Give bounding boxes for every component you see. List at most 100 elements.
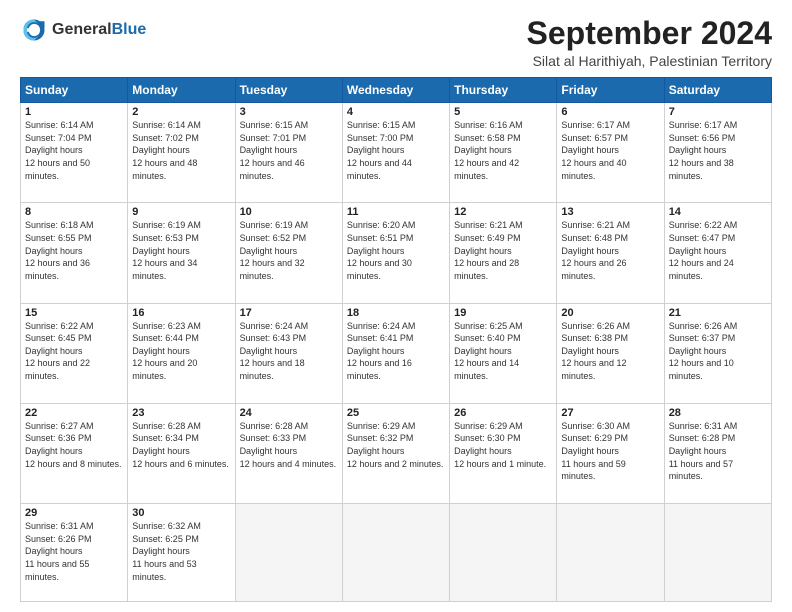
day-number: 14 [669, 206, 767, 218]
table-row: 6Sunrise: 6:17 AMSunset: 6:57 PMDaylight… [557, 103, 664, 203]
table-row: 21Sunrise: 6:26 AMSunset: 6:37 PMDayligh… [664, 303, 771, 403]
day-number: 5 [454, 106, 552, 118]
table-row: 8Sunrise: 6:18 AMSunset: 6:55 PMDaylight… [21, 203, 128, 303]
table-row: 13Sunrise: 6:21 AMSunset: 6:48 PMDayligh… [557, 203, 664, 303]
title-block: September 2024 Silat al Harithiyah, Pale… [527, 16, 772, 69]
month-title: September 2024 [527, 16, 772, 51]
day-number: 21 [669, 307, 767, 319]
day-number: 2 [132, 106, 230, 118]
table-row: 4Sunrise: 6:15 AMSunset: 7:00 PMDaylight… [342, 103, 449, 203]
table-row: 29Sunrise: 6:31 AMSunset: 6:26 PMDayligh… [21, 504, 128, 602]
calendar-page: GeneralBlue September 2024 Silat al Hari… [0, 0, 792, 612]
calendar-week-row: 22Sunrise: 6:27 AMSunset: 6:36 PMDayligh… [21, 403, 772, 503]
day-number: 19 [454, 307, 552, 319]
day-info: Sunrise: 6:22 AMSunset: 6:45 PMDaylight … [25, 320, 123, 383]
calendar-table: Sunday Monday Tuesday Wednesday Thursday… [20, 77, 772, 602]
logo-blue: Blue [112, 21, 147, 38]
table-row: 28Sunrise: 6:31 AMSunset: 6:28 PMDayligh… [664, 403, 771, 503]
col-thursday: Thursday [450, 78, 557, 103]
col-friday: Friday [557, 78, 664, 103]
day-number: 23 [132, 407, 230, 419]
location-subtitle: Silat al Harithiyah, Palestinian Territo… [527, 53, 772, 69]
col-sunday: Sunday [21, 78, 128, 103]
day-number: 9 [132, 206, 230, 218]
day-number: 11 [347, 206, 445, 218]
table-row: 20Sunrise: 6:26 AMSunset: 6:38 PMDayligh… [557, 303, 664, 403]
table-row [557, 504, 664, 602]
day-info: Sunrise: 6:21 AMSunset: 6:49 PMDaylight … [454, 219, 552, 282]
logo: GeneralBlue [20, 16, 146, 44]
table-row: 9Sunrise: 6:19 AMSunset: 6:53 PMDaylight… [128, 203, 235, 303]
table-row: 25Sunrise: 6:29 AMSunset: 6:32 PMDayligh… [342, 403, 449, 503]
day-info: Sunrise: 6:24 AMSunset: 6:41 PMDaylight … [347, 320, 445, 383]
day-number: 12 [454, 206, 552, 218]
day-info: Sunrise: 6:26 AMSunset: 6:37 PMDaylight … [669, 320, 767, 383]
day-info: Sunrise: 6:31 AMSunset: 6:26 PMDaylight … [25, 520, 123, 583]
col-monday: Monday [128, 78, 235, 103]
table-row: 22Sunrise: 6:27 AMSunset: 6:36 PMDayligh… [21, 403, 128, 503]
header: GeneralBlue September 2024 Silat al Hari… [20, 16, 772, 69]
day-info: Sunrise: 6:16 AMSunset: 6:58 PMDaylight … [454, 119, 552, 182]
day-info: Sunrise: 6:19 AMSunset: 6:53 PMDaylight … [132, 219, 230, 282]
day-info: Sunrise: 6:29 AMSunset: 6:30 PMDaylight … [454, 420, 552, 470]
day-info: Sunrise: 6:20 AMSunset: 6:51 PMDaylight … [347, 219, 445, 282]
table-row [235, 504, 342, 602]
day-info: Sunrise: 6:25 AMSunset: 6:40 PMDaylight … [454, 320, 552, 383]
table-row: 17Sunrise: 6:24 AMSunset: 6:43 PMDayligh… [235, 303, 342, 403]
day-info: Sunrise: 6:27 AMSunset: 6:36 PMDaylight … [25, 420, 123, 470]
table-row: 19Sunrise: 6:25 AMSunset: 6:40 PMDayligh… [450, 303, 557, 403]
table-row: 27Sunrise: 6:30 AMSunset: 6:29 PMDayligh… [557, 403, 664, 503]
calendar-week-row: 15Sunrise: 6:22 AMSunset: 6:45 PMDayligh… [21, 303, 772, 403]
col-wednesday: Wednesday [342, 78, 449, 103]
day-info: Sunrise: 6:26 AMSunset: 6:38 PMDaylight … [561, 320, 659, 383]
calendar-week-row: 29Sunrise: 6:31 AMSunset: 6:26 PMDayligh… [21, 504, 772, 602]
table-row: 2Sunrise: 6:14 AMSunset: 7:02 PMDaylight… [128, 103, 235, 203]
day-number: 4 [347, 106, 445, 118]
day-number: 3 [240, 106, 338, 118]
day-number: 29 [25, 507, 123, 519]
table-row: 5Sunrise: 6:16 AMSunset: 6:58 PMDaylight… [450, 103, 557, 203]
day-info: Sunrise: 6:21 AMSunset: 6:48 PMDaylight … [561, 219, 659, 282]
day-info: Sunrise: 6:22 AMSunset: 6:47 PMDaylight … [669, 219, 767, 282]
table-row: 3Sunrise: 6:15 AMSunset: 7:01 PMDaylight… [235, 103, 342, 203]
table-row: 10Sunrise: 6:19 AMSunset: 6:52 PMDayligh… [235, 203, 342, 303]
day-number: 6 [561, 106, 659, 118]
col-tuesday: Tuesday [235, 78, 342, 103]
day-number: 16 [132, 307, 230, 319]
logo-general: General [52, 21, 112, 38]
table-row: 7Sunrise: 6:17 AMSunset: 6:56 PMDaylight… [664, 103, 771, 203]
day-info: Sunrise: 6:32 AMSunset: 6:25 PMDaylight … [132, 520, 230, 583]
day-info: Sunrise: 6:17 AMSunset: 6:57 PMDaylight … [561, 119, 659, 182]
day-info: Sunrise: 6:18 AMSunset: 6:55 PMDaylight … [25, 219, 123, 282]
day-number: 17 [240, 307, 338, 319]
day-number: 13 [561, 206, 659, 218]
col-saturday: Saturday [664, 78, 771, 103]
table-row: 12Sunrise: 6:21 AMSunset: 6:49 PMDayligh… [450, 203, 557, 303]
day-info: Sunrise: 6:23 AMSunset: 6:44 PMDaylight … [132, 320, 230, 383]
day-info: Sunrise: 6:28 AMSunset: 6:34 PMDaylight … [132, 420, 230, 470]
day-info: Sunrise: 6:14 AMSunset: 7:02 PMDaylight … [132, 119, 230, 182]
day-header-row: Sunday Monday Tuesday Wednesday Thursday… [21, 78, 772, 103]
day-number: 26 [454, 407, 552, 419]
day-number: 27 [561, 407, 659, 419]
table-row: 14Sunrise: 6:22 AMSunset: 6:47 PMDayligh… [664, 203, 771, 303]
day-info: Sunrise: 6:17 AMSunset: 6:56 PMDaylight … [669, 119, 767, 182]
table-row: 26Sunrise: 6:29 AMSunset: 6:30 PMDayligh… [450, 403, 557, 503]
table-row: 16Sunrise: 6:23 AMSunset: 6:44 PMDayligh… [128, 303, 235, 403]
day-info: Sunrise: 6:29 AMSunset: 6:32 PMDaylight … [347, 420, 445, 470]
day-number: 22 [25, 407, 123, 419]
logo-text: GeneralBlue [52, 21, 146, 39]
calendar-week-row: 1Sunrise: 6:14 AMSunset: 7:04 PMDaylight… [21, 103, 772, 203]
table-row: 23Sunrise: 6:28 AMSunset: 6:34 PMDayligh… [128, 403, 235, 503]
day-number: 8 [25, 206, 123, 218]
day-info: Sunrise: 6:15 AMSunset: 7:01 PMDaylight … [240, 119, 338, 182]
table-row [342, 504, 449, 602]
day-number: 30 [132, 507, 230, 519]
table-row: 15Sunrise: 6:22 AMSunset: 6:45 PMDayligh… [21, 303, 128, 403]
day-number: 18 [347, 307, 445, 319]
calendar-week-row: 8Sunrise: 6:18 AMSunset: 6:55 PMDaylight… [21, 203, 772, 303]
day-info: Sunrise: 6:31 AMSunset: 6:28 PMDaylight … [669, 420, 767, 483]
table-row: 24Sunrise: 6:28 AMSunset: 6:33 PMDayligh… [235, 403, 342, 503]
day-info: Sunrise: 6:15 AMSunset: 7:00 PMDaylight … [347, 119, 445, 182]
day-info: Sunrise: 6:28 AMSunset: 6:33 PMDaylight … [240, 420, 338, 470]
